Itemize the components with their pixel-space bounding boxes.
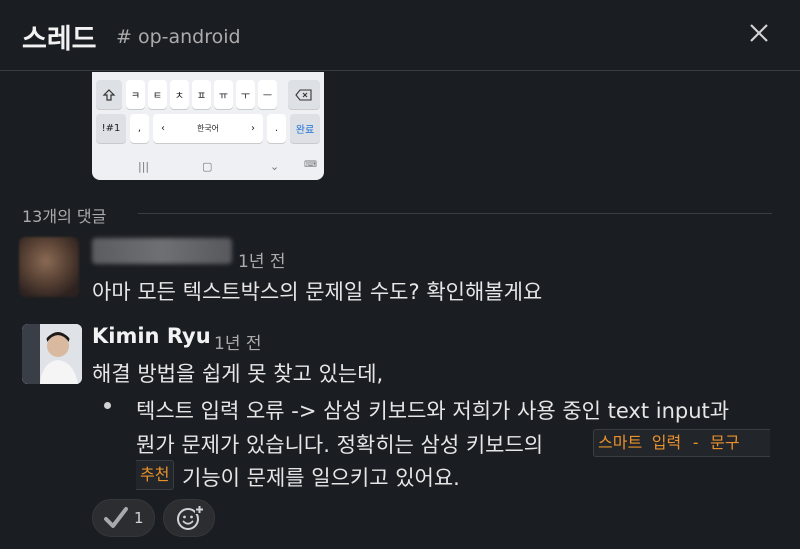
key-ㅠ: ㅠ [214, 80, 233, 109]
recents-icon: ||| [138, 160, 150, 173]
bullet-icon [104, 402, 111, 409]
thread-title: 스레드 [22, 24, 97, 55]
left-arrow-icon: ‹ [161, 123, 165, 134]
add-reaction-button[interactable] [163, 499, 215, 537]
avatar[interactable] [19, 237, 79, 297]
divider [138, 213, 772, 214]
message-text: 해결 방법을 쉽게 못 찾고 있는데, [92, 362, 384, 386]
checkmark-icon [104, 507, 128, 528]
android-nav-bar: ||| ▢ ⌄ ⌨ [92, 158, 324, 180]
sender-name-redacted[interactable] [92, 238, 232, 264]
key-ㅡ: ㅡ [258, 80, 277, 109]
key-ㅜ: ㅜ [236, 80, 255, 109]
back-icon: ⌄ [270, 160, 280, 173]
shift-key [96, 80, 122, 109]
key-ㅌ: ㅌ [148, 80, 167, 109]
close-button[interactable] [744, 18, 774, 48]
add-reaction-icon [177, 505, 204, 530]
home-icon: ▢ [202, 160, 213, 173]
avatar-photo [22, 324, 82, 384]
symbols-key: !#1 [96, 114, 126, 143]
bullet-text-line: 뭔가 문제가 있습니다. 정확히는 삼성 키보드의 [136, 433, 544, 457]
reaction-checkmark[interactable]: 1 [92, 499, 155, 537]
thread-header: 스레드 # op-android [0, 0, 800, 71]
message-timestamp[interactable]: 1년 전 [238, 247, 286, 272]
reply-count: 13개의 댓글 [22, 207, 107, 226]
close-icon [750, 24, 768, 42]
comma-key: , [130, 114, 149, 143]
language-label: 한국어 [196, 124, 220, 133]
bullet-text-line: 텍스트 입력 오류 -> 삼성 키보드와 저희가 사용 중인 text inpu… [136, 399, 730, 423]
reaction-count: 1 [134, 509, 144, 527]
key-ㅍ: ㅍ [192, 80, 211, 109]
done-key: 완료 [290, 114, 320, 143]
backspace-icon [295, 88, 312, 101]
message-timestamp[interactable]: 1년 전 [214, 329, 262, 354]
channel-link[interactable]: # op-android [116, 26, 241, 48]
keyboard-screenshot-image[interactable]: ㅋ ㅌ ㅊ ㅍ ㅠ ㅜ ㅡ !#1 , ‹ 한국어 › . 완료 ||| ▢ ⌄… [92, 72, 324, 180]
keyboard-icon: ⌨ [304, 160, 317, 170]
bullet-text-line: 기능이 문제를 일으키고 있어요. [182, 466, 460, 490]
message-text: 아마 모든 텍스트박스의 문제일 수도? 확인해볼게요 [92, 280, 543, 304]
space-key: ‹ 한국어 › [153, 114, 263, 143]
key-ㅊ: ㅊ [170, 80, 189, 109]
inline-code: 스마트 입력 - 문구 [593, 429, 770, 457]
backspace-key [288, 80, 320, 109]
key-ㅋ: ㅋ [126, 80, 145, 109]
right-arrow-icon: › [251, 123, 255, 134]
period-key: . [267, 114, 286, 143]
sender-name[interactable]: Kimin Ryu [92, 324, 211, 348]
avatar[interactable] [22, 324, 82, 384]
inline-code: 추천 [136, 460, 175, 490]
shift-icon [102, 88, 116, 101]
